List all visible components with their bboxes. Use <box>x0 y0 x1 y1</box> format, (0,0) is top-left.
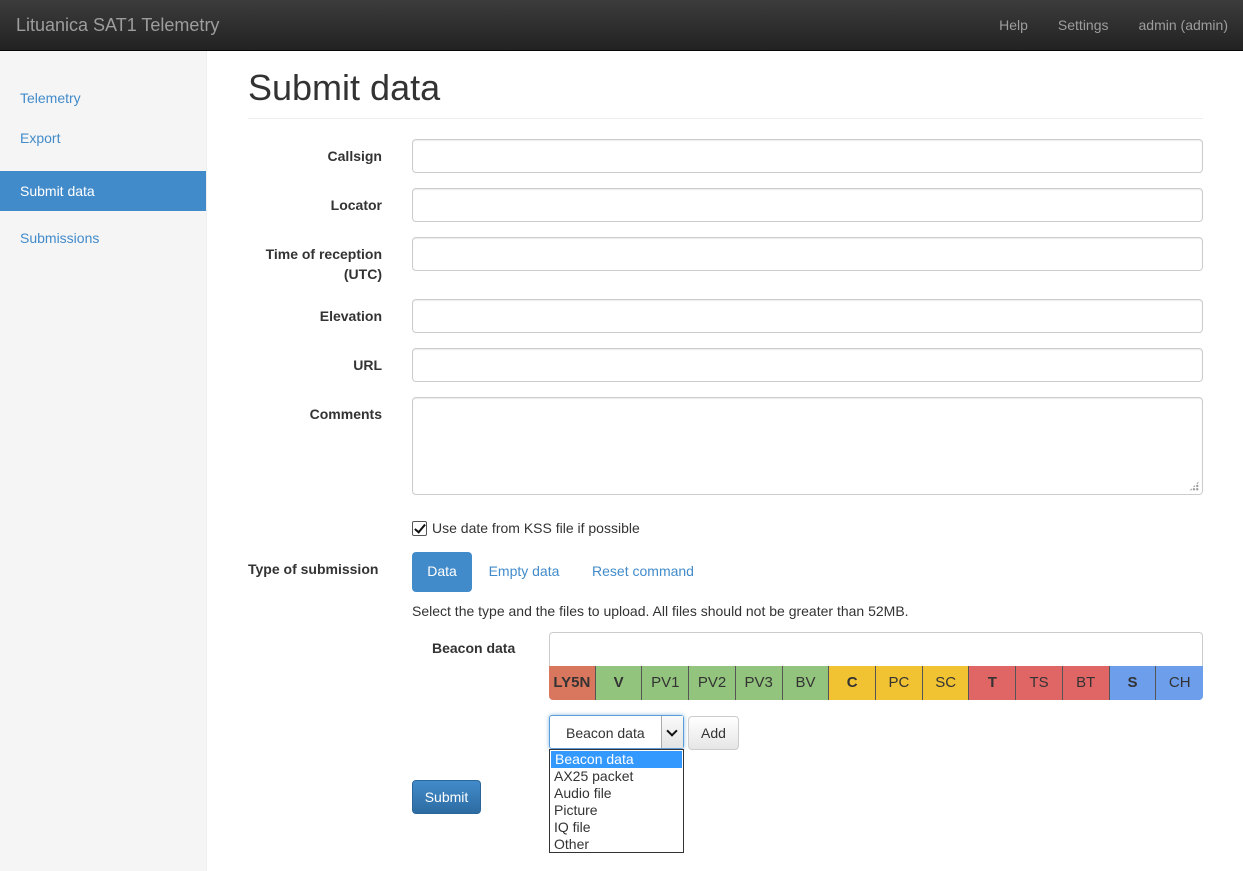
url-label: URL <box>353 357 382 373</box>
tab-data[interactable]: Data <box>412 552 472 592</box>
callsign-field[interactable] <box>412 139 1203 173</box>
beacon-cell-ts: TS <box>1016 666 1063 700</box>
title-divider <box>248 118 1203 119</box>
sidebar: Telemetry Export Submit data Submissions <box>0 51 207 871</box>
time-of-reception-label: Time of reception (UTC) <box>248 244 382 284</box>
file-type-select[interactable]: Beacon data <box>549 715 684 749</box>
sidebar-item-submissions[interactable]: Submissions <box>0 218 206 258</box>
submit-button[interactable]: Submit <box>412 780 481 814</box>
navbar-links: Help Settings admin (admin) <box>984 0 1243 50</box>
beacon-cell-pv2: PV2 <box>689 666 736 700</box>
elevation-label: Elevation <box>319 308 382 324</box>
time-label-line2: (UTC) <box>343 266 382 282</box>
use-kss-date-label[interactable]: Use date from KSS file if possible <box>432 520 640 536</box>
use-kss-date-row[interactable]: Use date from KSS file if possible <box>412 518 640 538</box>
beacon-cell-sc: SC <box>922 666 970 700</box>
upload-hint: Select the type and the files to upload.… <box>412 603 909 619</box>
file-type-selected: Beacon data <box>566 725 645 741</box>
sidebar-item-export[interactable]: Export <box>0 118 206 158</box>
url-field[interactable] <box>412 348 1203 382</box>
comments-textarea[interactable] <box>412 397 1203 495</box>
beacon-cell-v: V <box>595 666 643 700</box>
beacon-cell-bt: BT <box>1062 666 1110 700</box>
user-menu[interactable]: admin (admin) <box>1124 0 1243 50</box>
chevron-down-icon[interactable] <box>661 716 683 748</box>
comments-label: Comments <box>309 406 382 422</box>
elevation-field[interactable] <box>412 299 1203 333</box>
file-type-option[interactable]: Other <box>550 836 683 853</box>
file-type-option[interactable]: AX25 packet <box>550 768 683 785</box>
beacon-cell-bv: BV <box>782 666 830 700</box>
beacon-cell-c: C <box>829 666 877 700</box>
sidebar-item-telemetry[interactable]: Telemetry <box>0 78 206 118</box>
beacon-cell-pv3: PV3 <box>735 666 783 700</box>
file-type-option[interactable]: Audio file <box>550 785 683 802</box>
beacon-cell-t: T <box>969 666 1017 700</box>
beacon-cell-s: S <box>1109 666 1157 700</box>
sidebar-item-submit-data[interactable]: Submit data <box>0 171 206 211</box>
file-type-option[interactable]: Picture <box>550 802 683 819</box>
beacon-field-legend: LY5N V PV1 PV2 PV3 BV C PC SC T TS BT S CH <box>549 666 1203 700</box>
locator-field[interactable] <box>412 188 1203 222</box>
use-kss-date-checkbox[interactable] <box>412 520 427 536</box>
app-title[interactable]: Lituanica SAT1 Telemetry <box>16 15 219 36</box>
beacon-cell-pc: PC <box>876 666 923 700</box>
locator-label: Locator <box>330 197 382 213</box>
time-of-reception-field[interactable] <box>412 237 1203 271</box>
page-title: Submit data <box>248 67 441 108</box>
time-label-line1: Time of reception <box>265 246 382 262</box>
file-type-dropdown: Beacon data AX25 packet Audio file Picture I… <box>549 749 684 853</box>
file-type-option[interactable]: IQ file <box>550 819 683 836</box>
beacon-data-input[interactable] <box>549 632 1203 666</box>
beacon-cell-ly5n: LY5N <box>549 666 596 700</box>
tab-empty-data[interactable]: Empty data <box>479 552 569 592</box>
beacon-cell-ch: CH <box>1156 666 1203 700</box>
type-of-submission-label: Type of submission <box>248 561 379 577</box>
settings-link[interactable]: Settings <box>1043 0 1124 50</box>
tab-reset-command[interactable]: Reset command <box>582 552 704 592</box>
beacon-cell-pv1: PV1 <box>642 666 690 700</box>
top-navbar: Lituanica SAT1 Telemetry Help Settings a… <box>0 0 1243 51</box>
resize-grip-icon[interactable] <box>1189 481 1199 491</box>
file-type-option[interactable]: Beacon data <box>551 751 682 768</box>
beacon-data-label: Beacon data <box>432 640 516 656</box>
help-link[interactable]: Help <box>984 0 1043 50</box>
add-file-button[interactable]: Add <box>688 716 739 750</box>
callsign-label: Callsign <box>327 148 382 164</box>
